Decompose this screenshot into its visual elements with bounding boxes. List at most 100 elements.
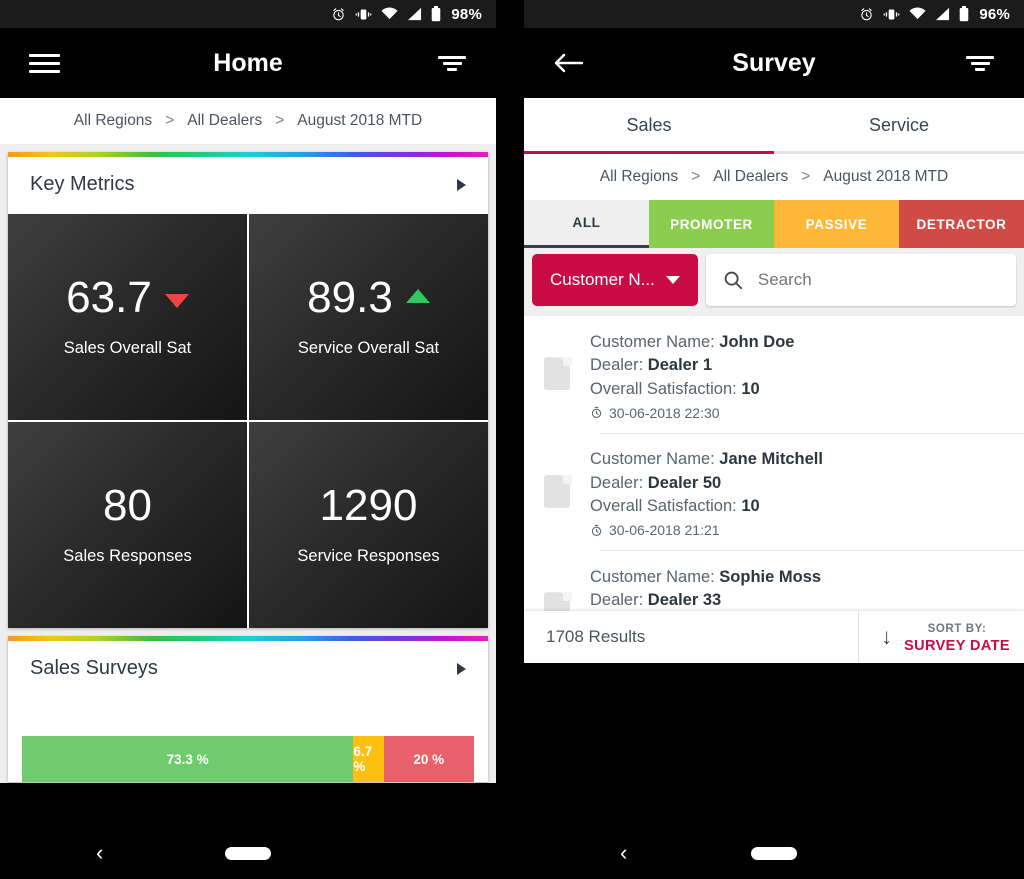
- customer-line: Customer Name: Sophie Moss: [590, 568, 1008, 587]
- breadcrumb-separator: >: [691, 168, 701, 185]
- breadcrumb-item-region[interactable]: All Regions: [74, 112, 152, 130]
- nav-back-icon[interactable]: ‹: [96, 842, 103, 864]
- wifi-icon: [909, 7, 926, 21]
- chip-detractor[interactable]: DETRACTOR: [899, 200, 1024, 248]
- timestamp-value: 30-06-2018 21:21: [609, 522, 720, 538]
- dealer-label: Dealer:: [590, 591, 644, 609]
- battery-percent: 96%: [979, 5, 1010, 23]
- chevron-right-icon[interactable]: [457, 178, 466, 191]
- tab-sales[interactable]: Sales: [524, 98, 774, 154]
- trend-up-icon: [405, 289, 430, 303]
- nav-back-icon[interactable]: ‹: [620, 842, 627, 864]
- nps-segment-detractor[interactable]: 20 %: [383, 736, 474, 782]
- breadcrumb-item-dealer[interactable]: All Dealers: [713, 168, 788, 186]
- key-metrics-grid: 63.7 Sales Overall Sat 89.3 Service Over…: [8, 214, 488, 628]
- vibrate-icon: [883, 7, 900, 22]
- app-bar-left: Home: [0, 28, 496, 98]
- nav-home-pill[interactable]: [225, 846, 271, 860]
- breadcrumb-item-period[interactable]: August 2018 MTD: [297, 112, 422, 130]
- metric-tile-sales-responses[interactable]: 80 Sales Responses: [8, 422, 247, 628]
- left-content: Key Metrics 63.7 Sales Overall Sat 89.3: [0, 144, 496, 783]
- customer-label: Customer Name:: [590, 450, 715, 468]
- status-bar-right: 96%: [524, 0, 1024, 28]
- list-item-content: Customer Name: Jane Mitchell Dealer: Dea…: [590, 446, 1008, 538]
- sort-by-button[interactable]: ↓ SORT BY: SURVEY DATE: [858, 611, 1010, 663]
- breadcrumb-item-dealer[interactable]: All Dealers: [187, 112, 262, 130]
- customer-line: Customer Name: Jane Mitchell: [590, 450, 1008, 469]
- vibrate-icon: [355, 7, 372, 22]
- metric-value: 89.3: [307, 273, 393, 322]
- metric-label: Sales Overall Sat: [63, 339, 192, 357]
- search-box[interactable]: [705, 254, 1016, 306]
- nav-home-pill[interactable]: [751, 846, 797, 860]
- timestamp-line: 30-06-2018 21:21: [590, 522, 1008, 538]
- nps-bar-wrapper: 73.3 % 6.7 % 20 %: [8, 698, 488, 782]
- breadcrumb-item-region[interactable]: All Regions: [600, 168, 678, 186]
- chevron-right-icon[interactable]: [457, 662, 466, 675]
- battery-icon: [959, 6, 969, 22]
- breadcrumb: All Regions > All Dealers > August 2018 …: [524, 154, 1024, 200]
- survey-list[interactable]: Customer Name: John Doe Dealer: Dealer 1…: [524, 316, 1024, 663]
- metric-value: 80: [103, 481, 152, 530]
- filter-icon: [966, 53, 994, 74]
- metric-value-row: 80: [103, 484, 152, 528]
- page-title: Home: [213, 48, 283, 77]
- tab-service[interactable]: Service: [774, 98, 1024, 154]
- breadcrumb-separator: >: [801, 168, 811, 185]
- customer-line: Customer Name: John Doe: [590, 333, 1008, 352]
- dealer-line: Dealer: Dealer 1: [590, 356, 1008, 375]
- breadcrumb-item-period[interactable]: August 2018 MTD: [823, 168, 948, 186]
- back-arrow-icon: [554, 53, 583, 73]
- filter-button[interactable]: [430, 41, 474, 85]
- nps-segment-passive[interactable]: 6.7 %: [353, 736, 384, 782]
- metric-tile-service-overall-sat[interactable]: 89.3 Service Overall Sat: [249, 214, 488, 420]
- menu-button[interactable]: [22, 41, 66, 85]
- list-item[interactable]: Customer Name: John Doe Dealer: Dealer 1…: [524, 316, 1024, 433]
- key-metrics-card: Key Metrics 63.7 Sales Overall Sat 89.3: [8, 152, 488, 628]
- chevron-down-icon: [665, 276, 680, 284]
- search-input[interactable]: [757, 270, 1000, 290]
- wifi-icon: [381, 7, 398, 21]
- customer-value: Jane Mitchell: [719, 450, 823, 468]
- customer-value: John Doe: [719, 332, 795, 351]
- dealer-line: Dealer: Dealer 50: [590, 474, 1008, 493]
- status-bar-left: 98%: [0, 0, 496, 28]
- search-field-dropdown[interactable]: Customer N...: [532, 254, 698, 306]
- chip-passive[interactable]: PASSIVE: [774, 200, 899, 248]
- satisfaction-value: 10: [741, 379, 760, 398]
- search-row: Customer N...: [524, 248, 1024, 316]
- page-title: Survey: [732, 48, 816, 77]
- satisfaction-line: Overall Satisfaction: 10: [590, 380, 1008, 399]
- left-phone-screen: 98% Home All Regions > All Dealers > Aug…: [0, 0, 496, 879]
- metric-value-row: 89.3: [307, 276, 430, 320]
- results-count: 1708 Results: [546, 627, 646, 646]
- list-footer: 1708 Results ↓ SORT BY: SURVEY DATE: [524, 611, 1024, 663]
- right-phone-screen: 96% Survey Sales Service All Regions > A…: [524, 0, 1024, 879]
- nps-segment-promoter[interactable]: 73.3 %: [22, 736, 354, 782]
- dealer-label: Dealer:: [590, 473, 644, 492]
- dealer-line: Dealer: Dealer 33: [590, 591, 1008, 610]
- filter-button[interactable]: [958, 41, 1002, 85]
- metric-value-row: 63.7: [66, 276, 189, 320]
- trend-down-icon: [164, 294, 189, 308]
- metric-value-row: 1290: [320, 484, 418, 528]
- chip-promoter[interactable]: PROMOTER: [649, 200, 774, 248]
- hamburger-icon: [28, 49, 60, 78]
- metric-tile-service-responses[interactable]: 1290 Service Responses: [249, 422, 488, 628]
- clock-icon: [591, 406, 602, 418]
- system-nav-bar-right: ‹: [524, 827, 1024, 879]
- sales-surveys-card: Sales Surveys 73.3 % 6.7 % 20 %: [8, 636, 488, 782]
- timestamp-line: 30-06-2018 22:30: [590, 405, 1008, 421]
- battery-icon: [431, 6, 441, 22]
- metric-tile-sales-overall-sat[interactable]: 63.7 Sales Overall Sat: [8, 214, 247, 420]
- back-button[interactable]: [546, 41, 590, 85]
- alarm-icon: [859, 7, 874, 22]
- clock-icon: [591, 524, 602, 536]
- tab-bar: Sales Service: [524, 98, 1024, 154]
- list-item[interactable]: Customer Name: Jane Mitchell Dealer: Dea…: [524, 434, 1024, 551]
- metric-label: Service Overall Sat: [297, 339, 440, 357]
- chip-all[interactable]: ALL: [524, 200, 649, 248]
- search-field-dropdown-label: Customer N...: [550, 270, 655, 289]
- nps-filter-chips: ALL PROMOTER PASSIVE DETRACTOR: [524, 200, 1024, 248]
- customer-label: Customer Name:: [590, 332, 715, 351]
